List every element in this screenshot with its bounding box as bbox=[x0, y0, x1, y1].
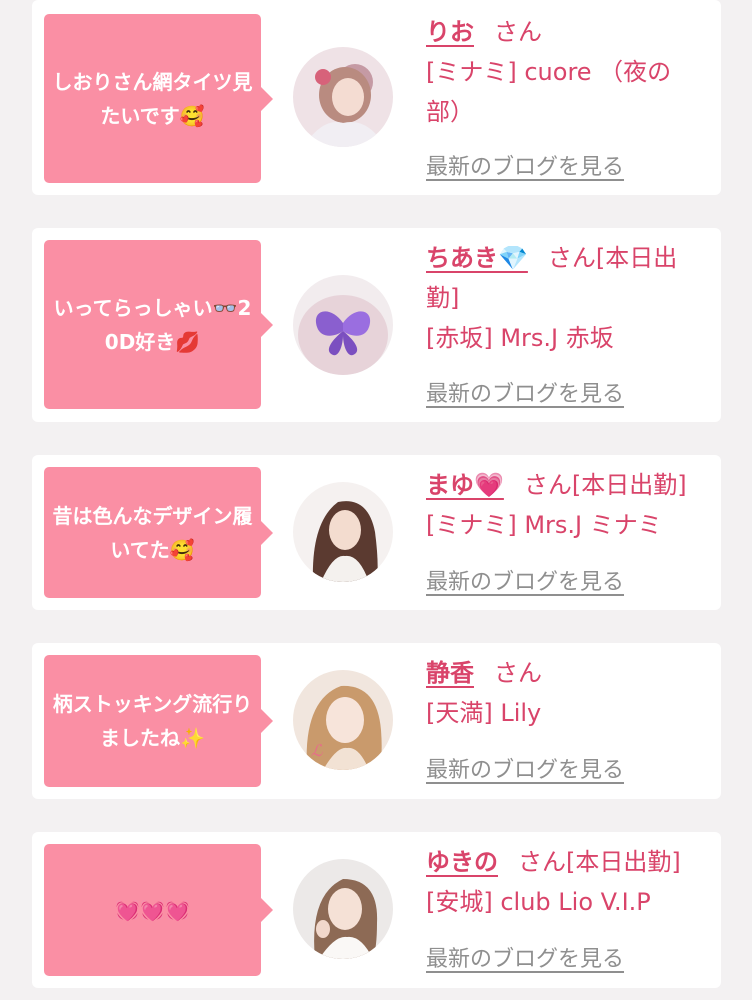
latest-blog-link[interactable]: 最新のブログを見る bbox=[426, 149, 624, 181]
author-line: 静香 さん bbox=[426, 653, 707, 693]
avatar[interactable] bbox=[293, 275, 393, 375]
comment-text: 💓💓💓 bbox=[115, 898, 190, 922]
shop-name: [ミナミ] cuore （夜の部） bbox=[426, 58, 672, 126]
author-name-link[interactable]: りお bbox=[426, 18, 474, 46]
comment-card: 柄ストッキング流行りましたね✨ ℒ 静香 さん [天満] Lily 最新のブログを… bbox=[32, 643, 721, 799]
post-info: りお さん [ミナミ] cuore （夜の部） bbox=[426, 12, 707, 132]
author-name-link[interactable]: ゆきの bbox=[426, 848, 498, 876]
author-name-link[interactable]: 静香 bbox=[426, 659, 474, 687]
author-line: まゆ💗 さん[本日出勤] bbox=[426, 465, 707, 505]
comment-card: しおりさん網タイツ見たいです🥰 りお さん [ミナミ] cuore （夜の部） 最… bbox=[32, 0, 721, 195]
comment-bubble: 柄ストッキング流行りましたね✨ bbox=[44, 655, 273, 787]
avatar[interactable]: ℒ bbox=[293, 670, 393, 770]
comment-bubble: しおりさん網タイツ見たいです🥰 bbox=[44, 14, 273, 183]
latest-blog-link[interactable]: 最新のブログを見る bbox=[426, 376, 624, 408]
shop-name: [安城] club Lio V.I.P bbox=[426, 888, 651, 916]
shop-name: [天満] Lily bbox=[426, 699, 542, 727]
author-line: りお さん bbox=[426, 12, 707, 52]
author-suffix: さん bbox=[494, 659, 542, 687]
avatar-photo bbox=[293, 482, 393, 582]
post-info: 静香 さん [天満] Lily bbox=[426, 653, 707, 733]
post-info: ゆきの さん[本日出勤] [安城] club Lio V.I.P bbox=[426, 842, 707, 922]
comment-text: しおりさん網タイツ見たいです🥰 bbox=[52, 69, 253, 128]
avatar[interactable] bbox=[293, 859, 393, 959]
avatar[interactable] bbox=[293, 482, 393, 582]
comment-card: いってらっしゃい👓20D好き💋 ちあき💎 さん[本日出勤] [赤坂] Mrs.J … bbox=[32, 228, 721, 422]
comment-bubble: いってらっしゃい👓20D好き💋 bbox=[44, 240, 273, 409]
avatar-photo bbox=[293, 47, 393, 147]
comment-text: いってらっしゃい👓20D好き💋 bbox=[53, 295, 252, 354]
latest-blog-link[interactable]: 最新のブログを見る bbox=[426, 752, 624, 784]
avatar-photo bbox=[293, 859, 393, 959]
comment-bubble: 💓💓💓 bbox=[44, 844, 273, 976]
latest-blog-link[interactable]: 最新のブログを見る bbox=[426, 564, 624, 596]
shop-name: [赤坂] Mrs.J 赤坂 bbox=[426, 324, 614, 352]
author-line: ゆきの さん[本日出勤] bbox=[426, 842, 707, 882]
comment-bubble: 昔は色んなデザイン履いてた🥰 bbox=[44, 467, 273, 598]
comment-text: 柄ストッキング流行りましたね✨ bbox=[52, 692, 253, 750]
author-suffix: さん bbox=[494, 18, 542, 46]
blog-comment-list: しおりさん網タイツ見たいです🥰 りお さん [ミナミ] cuore （夜の部） 最… bbox=[0, 0, 752, 1000]
svg-text:ℒ: ℒ bbox=[311, 741, 323, 760]
avatar[interactable] bbox=[293, 47, 393, 147]
author-name-link[interactable]: ちあき💎 bbox=[426, 244, 528, 272]
avatar-photo bbox=[293, 275, 393, 375]
comment-card: 昔は色んなデザイン履いてた🥰 まゆ💗 さん[本日出勤] [ミナミ] Mrs.J ミ… bbox=[32, 455, 721, 610]
author-name-link[interactable]: まゆ💗 bbox=[426, 471, 504, 499]
author-suffix: さん[本日出勤] bbox=[523, 471, 687, 499]
comment-card: 💓💓💓 ゆきの さん[本日出勤] [安城] club Lio V.I.P 最新のブ… bbox=[32, 832, 721, 988]
post-info: ちあき💎 さん[本日出勤] [赤坂] Mrs.J 赤坂 bbox=[426, 238, 707, 358]
author-line: ちあき💎 さん[本日出勤] bbox=[426, 238, 707, 318]
shop-name: [ミナミ] Mrs.J ミナミ bbox=[426, 511, 662, 539]
comment-text: 昔は色んなデザイン履いてた🥰 bbox=[52, 503, 253, 562]
author-suffix: さん[本日出勤] bbox=[518, 848, 681, 876]
avatar-photo: ℒ bbox=[293, 670, 393, 770]
post-info: まゆ💗 さん[本日出勤] [ミナミ] Mrs.J ミナミ bbox=[426, 465, 707, 545]
latest-blog-link[interactable]: 最新のブログを見る bbox=[426, 941, 624, 973]
